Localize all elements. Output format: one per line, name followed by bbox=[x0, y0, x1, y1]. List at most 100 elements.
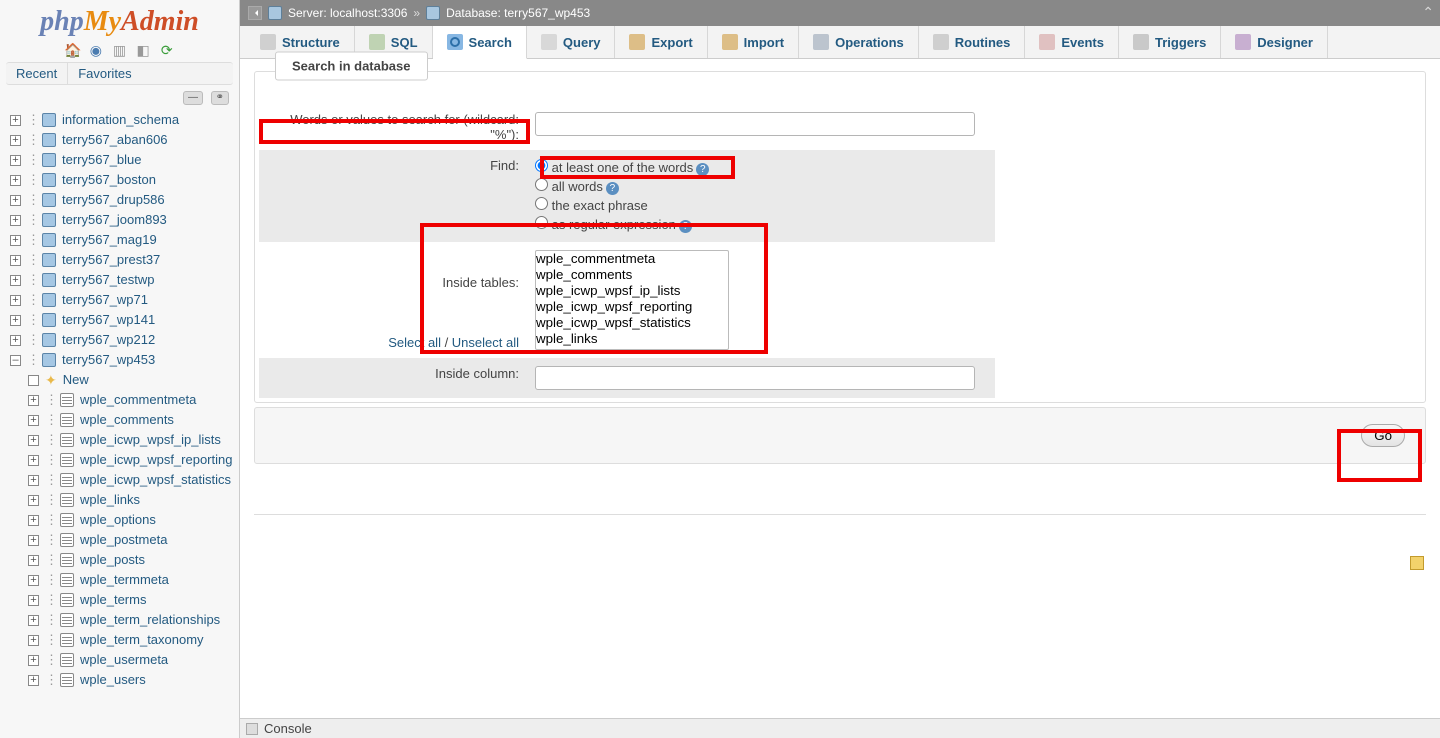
logo[interactable]: phpMyAdmin bbox=[0, 0, 239, 40]
table-link[interactable]: wple_users bbox=[80, 670, 146, 690]
expand-icon[interactable]: + bbox=[28, 455, 39, 466]
link-icon[interactable]: ⚭ bbox=[211, 91, 229, 105]
go-button[interactable]: Go bbox=[1361, 424, 1405, 447]
logout-icon[interactable]: ◉ bbox=[88, 42, 104, 58]
bookmark-icon[interactable] bbox=[1410, 556, 1424, 570]
find-option[interactable]: at least one of the words? bbox=[535, 158, 989, 177]
collapse-top-icon[interactable]: ⌃ bbox=[1422, 4, 1434, 21]
expand-icon[interactable]: + bbox=[10, 175, 21, 186]
expand-icon[interactable]: + bbox=[10, 315, 21, 326]
find-option[interactable]: the exact phrase bbox=[535, 196, 989, 215]
select-all-link[interactable]: Select all bbox=[388, 335, 441, 350]
nav-back-icon[interactable] bbox=[248, 6, 262, 20]
expand-icon[interactable]: + bbox=[10, 195, 21, 206]
find-radio[interactable] bbox=[535, 197, 548, 210]
expand-icon[interactable]: + bbox=[28, 415, 39, 426]
db-link[interactable]: information_schema bbox=[62, 110, 179, 130]
tab-events[interactable]: Events bbox=[1025, 26, 1119, 58]
server-link[interactable]: Server: localhost:3306 bbox=[288, 6, 407, 20]
expand-icon[interactable]: + bbox=[10, 155, 21, 166]
find-radio[interactable] bbox=[535, 178, 548, 191]
expand-icon[interactable]: + bbox=[10, 215, 21, 226]
new-table-link[interactable]: New bbox=[63, 370, 89, 390]
database-link[interactable]: Database: terry567_wp453 bbox=[446, 6, 590, 20]
help-icon[interactable]: ? bbox=[679, 220, 692, 233]
expand-icon[interactable]: + bbox=[10, 335, 21, 346]
db-link[interactable]: terry567_drup586 bbox=[62, 190, 165, 210]
help-icon[interactable]: ? bbox=[696, 163, 709, 176]
expand-icon[interactable]: + bbox=[28, 575, 39, 586]
expand-icon[interactable]: + bbox=[10, 115, 21, 126]
db-link[interactable]: terry567_wp212 bbox=[62, 330, 155, 350]
favorites-tab[interactable]: Favorites bbox=[68, 63, 141, 84]
expand-icon[interactable]: + bbox=[28, 475, 39, 486]
table-link[interactable]: wple_icwp_wpsf_statistics bbox=[80, 470, 231, 490]
expand-icon[interactable]: + bbox=[28, 675, 39, 686]
table-link[interactable]: wple_commentmeta bbox=[80, 390, 196, 410]
db-link[interactable]: terry567_aban606 bbox=[62, 130, 168, 150]
help-icon[interactable]: ? bbox=[606, 182, 619, 195]
collapse-tree-icon[interactable]: — bbox=[183, 91, 203, 105]
tab-routines[interactable]: Routines bbox=[919, 26, 1026, 58]
tab-export[interactable]: Export bbox=[615, 26, 707, 58]
expand-icon[interactable]: + bbox=[28, 535, 39, 546]
expand-icon[interactable]: + bbox=[10, 295, 21, 306]
tab-designer[interactable]: Designer bbox=[1221, 26, 1328, 58]
inside-column-input[interactable] bbox=[535, 366, 975, 390]
expand-icon[interactable]: + bbox=[28, 635, 39, 646]
console-bar[interactable]: Console bbox=[240, 718, 1440, 738]
table-link[interactable]: wple_termmeta bbox=[80, 570, 169, 590]
sql-icon[interactable]: ◧ bbox=[135, 42, 151, 58]
tab-search[interactable]: Search bbox=[433, 26, 527, 59]
tab-operations[interactable]: Operations bbox=[799, 26, 919, 58]
db-link[interactable]: terry567_blue bbox=[62, 150, 142, 170]
db-link[interactable]: terry567_wp453 bbox=[62, 350, 155, 370]
table-link[interactable]: wple_usermeta bbox=[80, 650, 168, 670]
expand-icon[interactable]: + bbox=[28, 555, 39, 566]
expand-icon[interactable]: + bbox=[28, 515, 39, 526]
table-link[interactable]: wple_icwp_wpsf_reporting bbox=[80, 450, 232, 470]
expand-icon[interactable]: + bbox=[28, 395, 39, 406]
tab-import[interactable]: Import bbox=[708, 26, 799, 58]
find-option[interactable]: as regular expression? bbox=[535, 215, 989, 234]
tab-query[interactable]: Query bbox=[527, 26, 616, 58]
search-words-input[interactable] bbox=[535, 112, 975, 136]
db-link[interactable]: terry567_boston bbox=[62, 170, 156, 190]
expand-icon[interactable]: + bbox=[10, 135, 21, 146]
expand-icon[interactable]: + bbox=[28, 595, 39, 606]
expand-icon[interactable]: + bbox=[28, 435, 39, 446]
unselect-all-link[interactable]: Unselect all bbox=[452, 335, 519, 350]
reload-icon[interactable]: ⟳ bbox=[159, 42, 175, 58]
table-link[interactable]: wple_links bbox=[80, 490, 140, 510]
db-link[interactable]: terry567_prest37 bbox=[62, 250, 160, 270]
db-link[interactable]: terry567_wp141 bbox=[62, 310, 155, 330]
db-link[interactable]: terry567_mag19 bbox=[62, 230, 157, 250]
recent-tab[interactable]: Recent bbox=[6, 63, 68, 84]
tab-triggers[interactable]: Triggers bbox=[1119, 26, 1221, 58]
find-radio[interactable] bbox=[535, 159, 548, 172]
table-link[interactable]: wple_icwp_wpsf_ip_lists bbox=[80, 430, 221, 450]
table-link[interactable]: wple_postmeta bbox=[80, 530, 167, 550]
home-icon[interactable]: 🏠 bbox=[64, 42, 80, 58]
find-radio[interactable] bbox=[535, 216, 548, 229]
expand-icon[interactable]: + bbox=[10, 275, 21, 286]
find-option[interactable]: all words? bbox=[535, 177, 989, 196]
expand-icon[interactable]: + bbox=[28, 615, 39, 626]
table-link[interactable]: wple_posts bbox=[80, 550, 145, 570]
tables-select[interactable]: wple_commentmetawple_commentswple_icwp_w… bbox=[535, 250, 729, 350]
table-link[interactable]: wple_terms bbox=[80, 590, 146, 610]
collapse-icon[interactable]: – bbox=[10, 355, 21, 366]
table-link[interactable]: wple_options bbox=[80, 510, 156, 530]
table-link[interactable]: wple_term_relationships bbox=[80, 610, 220, 630]
table-link[interactable]: wple_term_taxonomy bbox=[80, 630, 204, 650]
db-link[interactable]: terry567_joom893 bbox=[62, 210, 167, 230]
expand-icon[interactable]: + bbox=[10, 255, 21, 266]
db-link[interactable]: terry567_wp71 bbox=[62, 290, 148, 310]
db-link[interactable]: terry567_testwp bbox=[62, 270, 155, 290]
expand-icon[interactable]: + bbox=[10, 235, 21, 246]
table-icon bbox=[60, 593, 74, 607]
table-link[interactable]: wple_comments bbox=[80, 410, 174, 430]
expand-icon[interactable]: + bbox=[28, 655, 39, 666]
docs-icon[interactable]: ▥ bbox=[112, 42, 128, 58]
expand-icon[interactable]: + bbox=[28, 495, 39, 506]
